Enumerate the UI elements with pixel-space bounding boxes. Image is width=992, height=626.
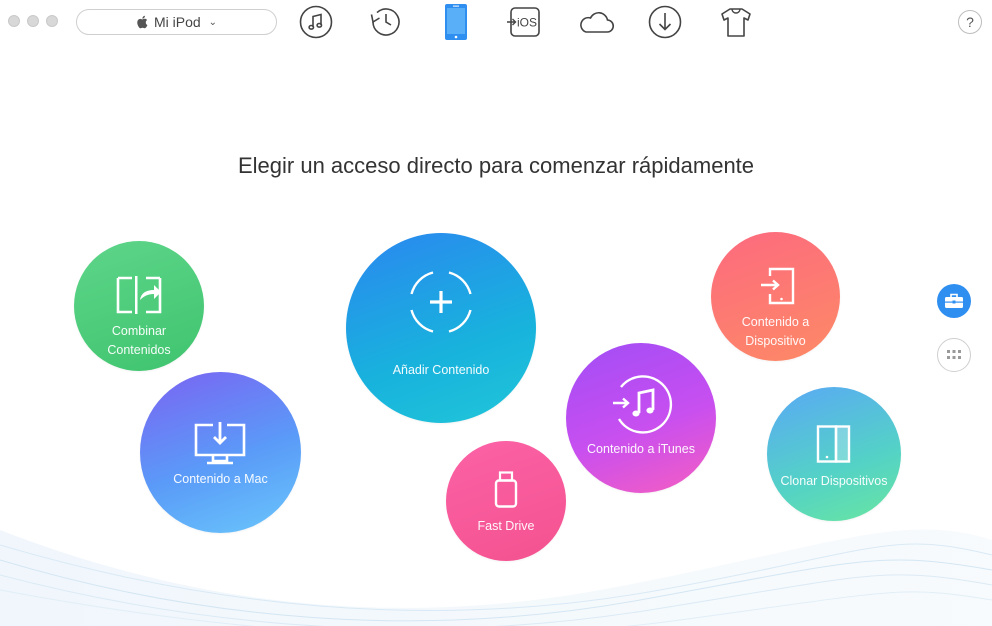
- chevron-down-icon: ⌄: [208, 16, 218, 28]
- toolbox-icon: [945, 293, 963, 308]
- device-phone-icon: [445, 4, 467, 40]
- shortcut-contenido-a-dispositivo[interactable]: Contenido a Dispositivo: [711, 232, 840, 361]
- toolkit-button[interactable]: [937, 284, 971, 318]
- shortcut-label: Clonar Dispositivos: [780, 474, 888, 488]
- merge-folder-icon: [116, 276, 162, 314]
- icloud-icon: [580, 12, 615, 33]
- tab-history[interactable]: [368, 4, 404, 40]
- device-name: Mi iPod: [153, 14, 201, 30]
- shortcut-label: Contenido a: [741, 315, 810, 329]
- shortcut-label: Fast Drive: [477, 519, 535, 533]
- window-zoom-button[interactable]: [46, 15, 58, 27]
- shortcut-contenido-a-itunes[interactable]: Contenido a iTunes: [566, 343, 716, 493]
- shortcut-label-line2: Dispositivo: [745, 334, 806, 348]
- itunes-music-icon: [299, 5, 333, 39]
- shortcut-label: Combinar: [111, 324, 167, 338]
- tab-device[interactable]: [438, 4, 474, 40]
- to-ios-icon: iOS: [507, 7, 540, 37]
- shortcut-anadir-contenido[interactable]: Añadir Contenido: [346, 233, 536, 423]
- toolbar: Mi iPod ⌄ iOS ?: [0, 0, 992, 44]
- history-clock-icon: [370, 8, 400, 36]
- shortcut-label: Contenido a Mac: [173, 472, 268, 486]
- shortcut-label-line2: Contenidos: [107, 343, 171, 357]
- tab-download[interactable]: [647, 4, 683, 40]
- tab-itunes-library[interactable]: [298, 4, 334, 40]
- shortcut-label: Contenido a iTunes: [587, 442, 695, 456]
- to-ios-label: iOS: [517, 16, 537, 30]
- apple-icon: [137, 15, 148, 29]
- help-button[interactable]: ?: [958, 10, 982, 34]
- shortcut-combinar-contenidos[interactable]: Combinar Contenidos: [74, 241, 204, 371]
- tab-skins[interactable]: [718, 4, 754, 40]
- computer-download-icon: [194, 422, 246, 465]
- grid-icon: [947, 350, 961, 359]
- tab-to-ios[interactable]: iOS: [505, 4, 545, 40]
- page-title: Elegir un acceso directo para comenzar r…: [237, 152, 755, 178]
- grid-view-button[interactable]: [937, 338, 971, 372]
- download-icon: [648, 5, 682, 39]
- itunes-transfer-icon: [613, 375, 673, 434]
- tab-icloud[interactable]: [576, 4, 616, 40]
- window-close-button[interactable]: [8, 15, 20, 27]
- usb-drive-icon: [494, 471, 518, 508]
- add-circle-icon: [410, 271, 472, 333]
- shortcut-label: Añadir Contenido: [392, 363, 490, 377]
- shortcut-clonar-dispositivos[interactable]: Clonar Dispositivos: [767, 387, 901, 521]
- shortcut-contenido-a-mac[interactable]: Contenido a Mac: [140, 372, 301, 533]
- clone-device-icon: [816, 425, 851, 463]
- device-selector[interactable]: Mi iPod ⌄: [76, 9, 277, 35]
- phone-transfer-icon: [761, 267, 795, 305]
- window-minimize-button[interactable]: [27, 15, 39, 27]
- shortcut-fast-drive[interactable]: Fast Drive: [446, 441, 566, 561]
- tshirt-icon: [721, 8, 751, 37]
